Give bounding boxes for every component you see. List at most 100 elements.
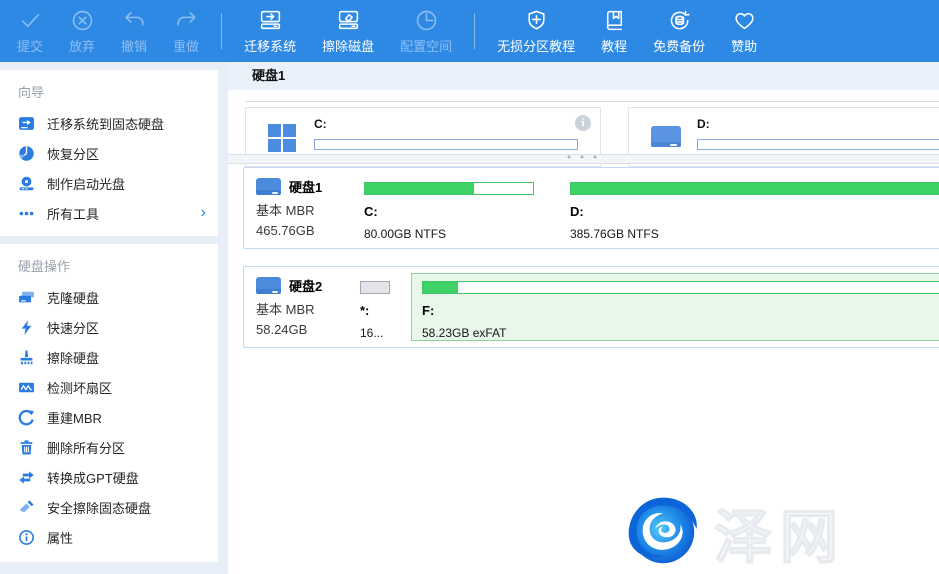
main-panel: 硬盘1 C: i D: • • • 硬盘1 基本 MBR	[228, 62, 939, 574]
free-backup-button[interactable]: 免费备份	[640, 0, 718, 62]
partition-detail: 16...	[360, 326, 390, 340]
tab-disk1[interactable]: 硬盘1	[228, 62, 309, 90]
disk1-info[interactable]: 硬盘1 基本 MBR 465.76GB	[244, 168, 347, 248]
disk-type: 基本 MBR	[256, 299, 347, 318]
splitter-handle[interactable]: • • •	[228, 154, 939, 164]
usage-bar	[570, 182, 939, 195]
redo-button[interactable]: 重做	[160, 0, 212, 62]
migrate-os-label: 迁移系统	[244, 36, 296, 55]
disk-type: 基本 MBR	[256, 200, 347, 219]
toolbar: 提交 放弃 撤销 重做 迁移系统 擦除磁盘 配置空间 无损	[0, 0, 939, 62]
usage-bar-fill	[571, 183, 939, 194]
sidebar-item-all-tools[interactable]: 所有工具 ›	[0, 198, 218, 228]
partition-card-d[interactable]: D: 385.76GB NTFS	[559, 174, 939, 242]
quick-partition-icon	[18, 319, 35, 336]
section-title-wizard: 向导	[0, 70, 218, 108]
sponsor-button[interactable]: 赞助	[718, 0, 770, 62]
drive-icon	[651, 126, 681, 147]
wipe-disk-button[interactable]: 擦除磁盘	[309, 0, 387, 62]
partition-card-f-selected[interactable]: F: 58.23GB exFAT	[411, 273, 939, 341]
splitter-dots-icon: • • •	[567, 153, 600, 164]
partition-detail: 58.23GB exFAT	[422, 326, 939, 340]
migrate-os-button[interactable]: 迁移系统	[231, 0, 309, 62]
usage-bar-fill	[361, 282, 389, 293]
sidebar-section-wizard: 向导 迁移系统到固态硬盘 恢复分区 制作启动光盘 所有工具 ›	[0, 70, 218, 236]
partition-list: *: 16... F: 58.23GB exFAT	[347, 267, 939, 347]
disk-name: 硬盘1	[289, 177, 322, 196]
allocate-space-button[interactable]: 配置空间	[387, 0, 465, 62]
app-window: 提交 放弃 撤销 重做 迁移系统 擦除磁盘 配置空间 无损	[0, 0, 939, 574]
secure-erase-icon	[18, 499, 35, 516]
partition-label: C:	[364, 204, 534, 219]
disk-size: 465.76GB	[256, 223, 347, 238]
sidebar-item-label: 属性	[47, 528, 73, 547]
sidebar-item-label: 制作启动光盘	[47, 174, 125, 193]
usage-bar	[422, 281, 939, 294]
partition-label: *:	[360, 303, 390, 318]
sidebar-item-migrate-ssd[interactable]: 迁移系统到固态硬盘	[0, 108, 218, 138]
partition-tutorial-button[interactable]: 无损分区教程	[484, 0, 588, 62]
preview-drive-label: D:	[697, 117, 710, 131]
watermark-text: 泽网	[714, 490, 846, 574]
disk-size: 58.24GB	[256, 322, 347, 337]
sidebar-item-label: 转换成GPT硬盘	[47, 468, 139, 487]
hdd-icon	[256, 277, 281, 294]
free-backup-label: 免费备份	[653, 36, 705, 55]
tutorial-button[interactable]: 教程	[588, 0, 640, 62]
recover-partition-icon	[18, 145, 35, 162]
sidebar-item-label: 擦除硬盘	[47, 348, 99, 367]
partition-tutorial-label: 无损分区教程	[497, 36, 575, 55]
migrate-os-disk-icon	[258, 8, 283, 33]
preview-drive-label: C:	[314, 117, 327, 131]
chevron-right-icon: ›	[201, 205, 206, 221]
redo-label: 重做	[173, 36, 199, 55]
sidebar-item-bootable-media[interactable]: 制作启动光盘	[0, 168, 218, 198]
check-icon	[18, 8, 43, 33]
discard-label: 放弃	[69, 36, 95, 55]
partition-list: C: 80.00GB NTFS D: 385.76GB NTFS	[347, 168, 939, 248]
sidebar-item-clone-disk[interactable]: 克隆硬盘	[0, 282, 218, 312]
discard-circle-x-icon	[70, 8, 95, 33]
undo-button[interactable]: 撤销	[108, 0, 160, 62]
usage-bar	[314, 139, 578, 150]
sidebar-item-convert-gpt[interactable]: 转换成GPT硬盘	[0, 462, 218, 492]
rebuild-mbr-icon	[18, 409, 35, 426]
properties-info-icon	[18, 529, 35, 546]
sidebar-item-label: 安全擦除固态硬盘	[47, 498, 151, 517]
sidebar-item-secure-erase-ssd[interactable]: 安全擦除固态硬盘	[0, 492, 218, 522]
info-icon[interactable]: i	[575, 115, 591, 131]
sidebar-item-delete-all-partitions[interactable]: 删除所有分区	[0, 432, 218, 462]
wipe-disk-icon	[336, 8, 361, 33]
discard-button[interactable]: 放弃	[56, 0, 108, 62]
sidebar-item-recover-partition[interactable]: 恢复分区	[0, 138, 218, 168]
sidebar-item-label: 检测坏扇区	[47, 378, 112, 397]
partition-label: D:	[570, 204, 939, 219]
delete-partitions-icon	[18, 439, 35, 456]
sidebar-item-label: 重建MBR	[47, 408, 102, 427]
partition-card-c[interactable]: C: 80.00GB NTFS	[353, 174, 545, 242]
clone-disk-icon	[18, 289, 35, 306]
sidebar-section-disk-ops: 硬盘操作 克隆硬盘 快速分区 擦除硬盘 检测坏扇区 重建MBR	[0, 244, 218, 562]
undo-icon	[122, 8, 147, 33]
sidebar-item-wipe-hdd[interactable]: 擦除硬盘	[0, 342, 218, 372]
watermark-logo-icon	[624, 493, 702, 571]
submit-button[interactable]: 提交	[4, 0, 56, 62]
sponsor-label: 赞助	[731, 36, 757, 55]
sidebar: 向导 迁移系统到固态硬盘 恢复分区 制作启动光盘 所有工具 › 硬盘操作	[0, 62, 218, 574]
submit-label: 提交	[17, 36, 43, 55]
partition-detail: 80.00GB NTFS	[364, 227, 534, 241]
allocate-space-clock-icon	[414, 8, 439, 33]
sidebar-item-rebuild-mbr[interactable]: 重建MBR	[0, 402, 218, 432]
usage-bar-fill	[423, 282, 458, 293]
sidebar-item-quick-partition[interactable]: 快速分区	[0, 312, 218, 342]
toolbar-separator	[474, 13, 475, 49]
sidebar-item-properties[interactable]: 属性	[0, 522, 218, 552]
allocate-space-label: 配置空间	[400, 36, 452, 55]
sidebar-item-check-bad-sectors[interactable]: 检测坏扇区	[0, 372, 218, 402]
disk2-info[interactable]: 硬盘2 基本 MBR 58.24GB	[244, 267, 347, 347]
migrate-ssd-icon	[18, 115, 35, 132]
usage-bar	[697, 139, 939, 150]
usage-bar	[364, 182, 534, 195]
partition-card-unnamed[interactable]: *: 16...	[353, 273, 397, 341]
all-tools-icon	[18, 205, 35, 222]
